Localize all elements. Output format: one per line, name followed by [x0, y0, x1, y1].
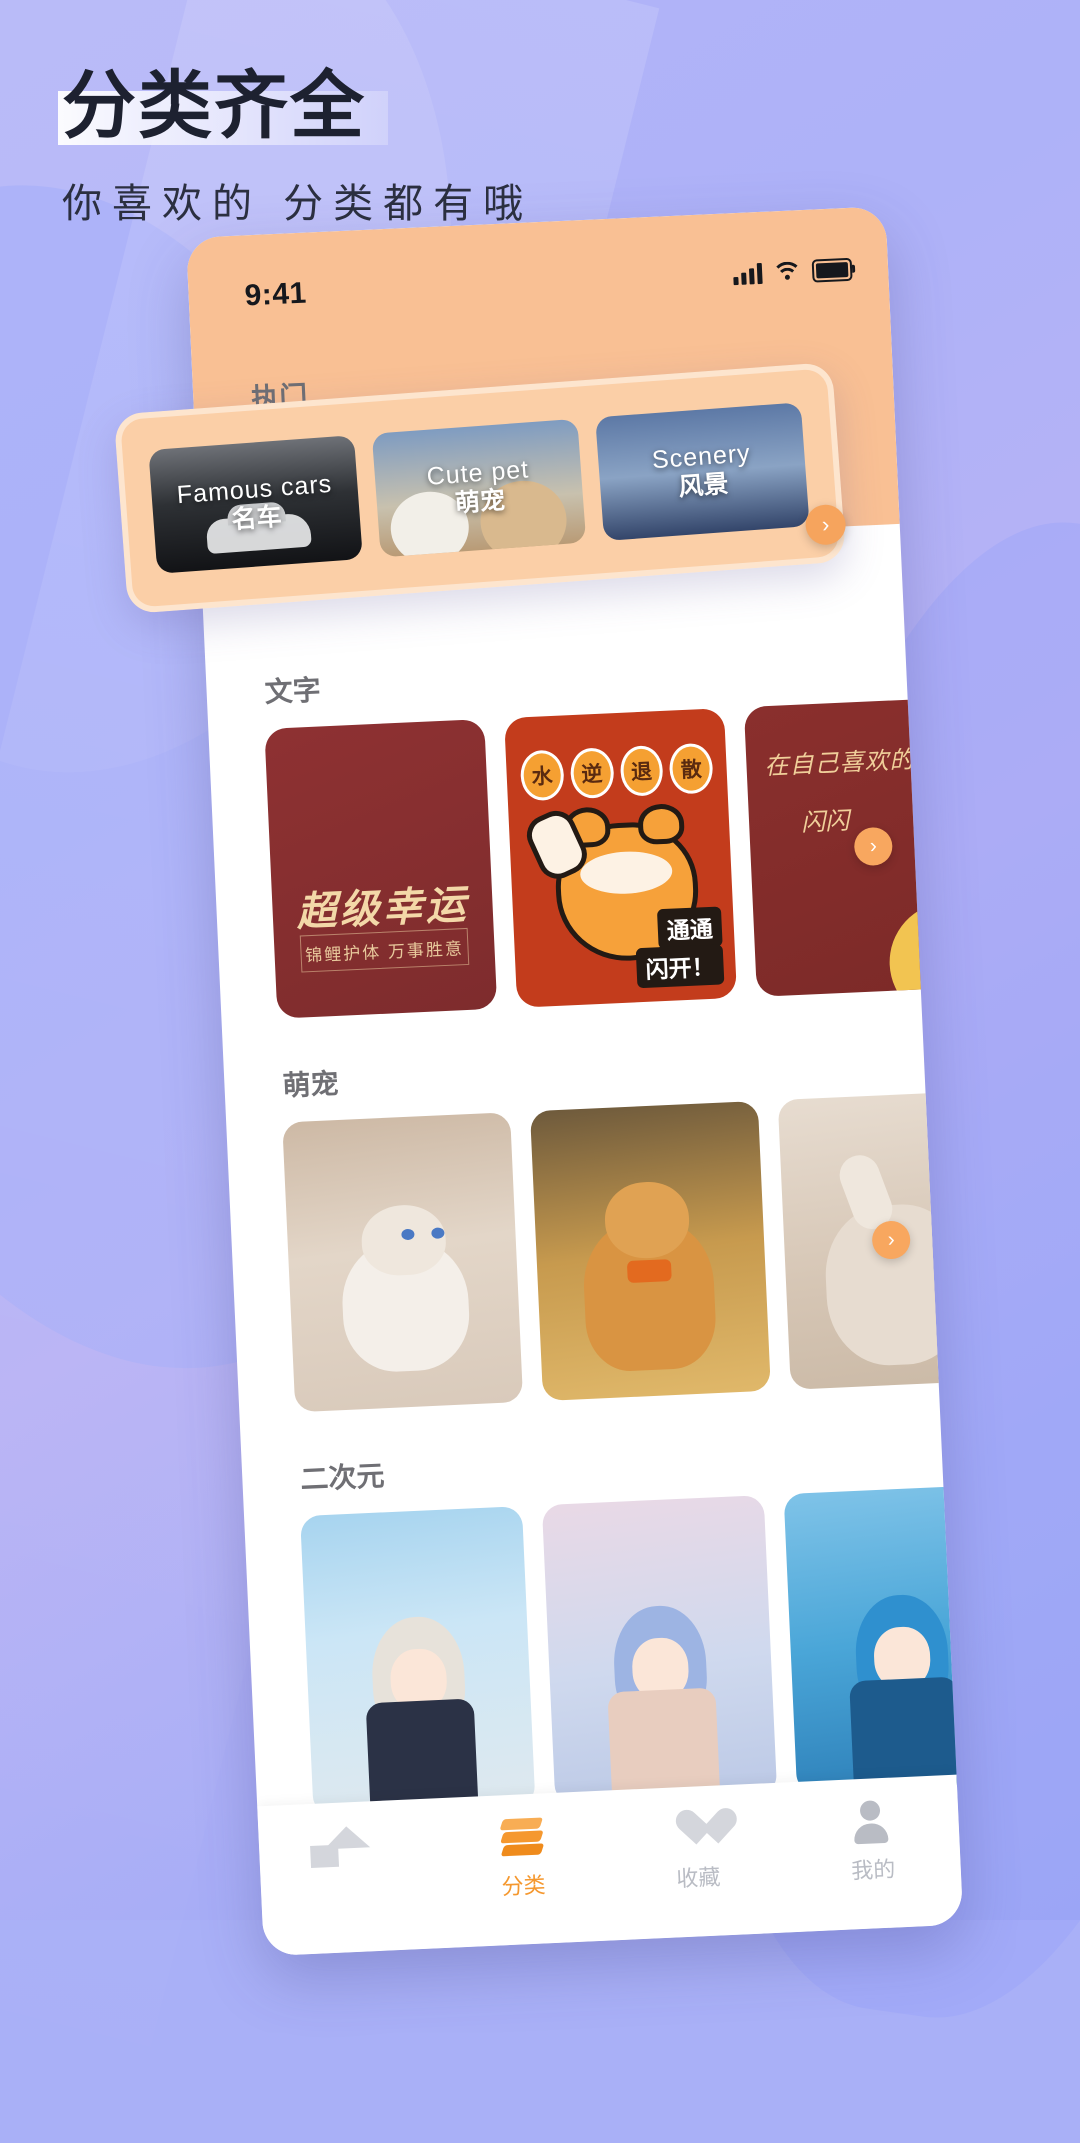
hot-tile-cars[interactable]: Famous cars 名车: [148, 435, 363, 574]
text-card-badge1: 通通: [656, 906, 723, 950]
bubble-char: 退: [619, 744, 665, 797]
nav-label-categories: 分类: [501, 1872, 547, 1900]
page-title: 分类齐全: [58, 62, 388, 149]
signal-bars-icon: [733, 262, 763, 286]
anime-card-pink[interactable]: [541, 1495, 778, 1805]
nav-item-profile[interactable]: 我的: [795, 1795, 949, 1888]
page-subtitle: 你喜欢的 分类都有哦: [62, 182, 534, 227]
anime-card-blue[interactable]: [783, 1484, 964, 1794]
heart-icon: [672, 1810, 718, 1852]
dog-illustration: [581, 1180, 718, 1373]
nav-label-favorites: 收藏: [675, 1864, 721, 1892]
anime-girl-illustration: [597, 1587, 726, 1803]
hot-row-next-button[interactable]: ›: [804, 503, 848, 547]
anime-card-row[interactable]: [244, 1484, 964, 1818]
hot-tile-pet[interactable]: Cute pet 萌宠: [371, 418, 587, 558]
nav-label-profile: 我的: [850, 1856, 896, 1884]
hot-tile-label: Famous cars 名车: [176, 470, 335, 539]
text-card-lucky[interactable]: 超级幸运 锦鲤护体 万事胜意: [264, 718, 498, 1019]
hot-tile-label: Cute pet 萌宠: [426, 456, 532, 521]
text-card-tiger[interactable]: 水 逆 退 散 通通 闪开！: [504, 708, 738, 1008]
wifi-icon: [771, 261, 804, 293]
nav-item-categories[interactable]: 分类: [445, 1811, 599, 1904]
home-icon: [322, 1825, 370, 1850]
section-text: 文字 超级幸运 锦鲤护体 万事胜意 水 逆 退 散 通通 闪开！ 在自己喜欢的 …: [206, 642, 964, 1021]
section-pets: 萌宠 ›: [224, 1035, 964, 1414]
bottom-navigation[interactable]: 分类 收藏 我的: [257, 1774, 964, 1957]
section-title-pets: 萌宠: [281, 1067, 340, 1102]
nav-item-favorites[interactable]: 收藏: [620, 1803, 774, 1896]
bubble-char: 逆: [569, 747, 615, 800]
battery-icon: [811, 257, 853, 283]
bubble-char: 散: [668, 742, 714, 795]
nav-item-home[interactable]: [271, 1819, 423, 1880]
pet-card-ragdoll[interactable]: [282, 1112, 524, 1413]
anime-card-school[interactable]: [300, 1506, 536, 1816]
section-title-anime: 二次元: [299, 1460, 386, 1496]
text-card-badge2: 闪开！: [635, 944, 725, 989]
section-title-text: 文字: [263, 674, 322, 708]
user-icon: [847, 1798, 893, 1844]
text-card-row[interactable]: 超级幸运 锦鲤护体 万事胜意 水 逆 退 散 通通 闪开！ 在自己喜欢的 闪闪 …: [208, 697, 964, 1021]
quote-line1: 在自己喜欢的: [763, 746, 916, 781]
quote-line2: 闪闪: [800, 807, 850, 837]
pet-card-row[interactable]: ›: [226, 1089, 964, 1414]
pet-card-corgi[interactable]: [529, 1100, 771, 1401]
anime-girl-illustration: [839, 1576, 964, 1792]
hot-tile-scenery[interactable]: Scenery 风景: [595, 402, 810, 542]
text-card-line2: 锦鲤护体 万事胜意: [299, 927, 470, 973]
anime-girl-illustration: [355, 1598, 484, 1814]
section-anime: 二次元: [242, 1429, 964, 1818]
headline-block: 分类齐全 你喜欢的 分类都有哦: [58, 62, 534, 229]
page-title-text: 分类齐全: [62, 64, 366, 147]
status-icons: [733, 257, 853, 293]
status-time: 9:41: [243, 276, 308, 313]
bubble-char: 水: [519, 749, 565, 802]
layers-icon: [497, 1813, 545, 1861]
hot-tile-label: Scenery 风景: [651, 439, 754, 504]
cat-illustration: [339, 1203, 472, 1374]
bubble-group: 水 逆 退 散: [519, 742, 714, 802]
